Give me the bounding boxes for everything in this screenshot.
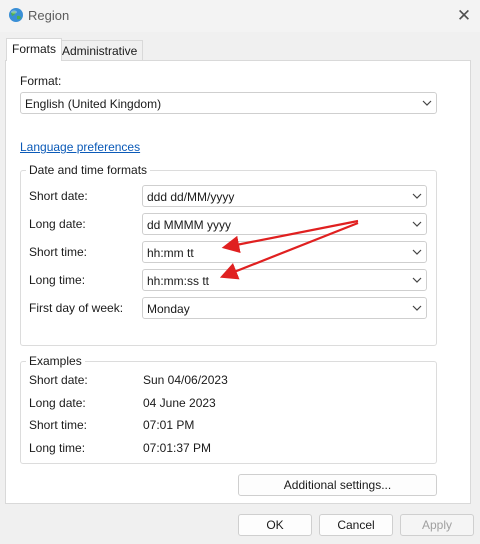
- additional-settings-button[interactable]: Additional settings...: [238, 474, 437, 496]
- format-dropdown[interactable]: English (United Kingdom): [20, 92, 437, 114]
- first-day-dropdown[interactable]: Monday: [142, 297, 427, 319]
- example-short-time-value: 07:01 PM: [143, 418, 195, 432]
- close-button[interactable]: ✕: [448, 4, 480, 28]
- short-time-dropdown[interactable]: hh:mm tt: [142, 241, 427, 263]
- long-time-dropdown[interactable]: hh:mm:ss tt: [142, 269, 427, 291]
- globe-icon: [9, 8, 23, 22]
- long-date-dropdown[interactable]: dd MMMM yyyy: [142, 213, 427, 235]
- short-date-dropdown[interactable]: ddd dd/MM/yyyy: [142, 185, 427, 207]
- title-bar: Region ✕: [0, 0, 480, 32]
- tab-formats[interactable]: Formats: [6, 38, 63, 61]
- long-time-value: hh:mm:ss tt: [147, 274, 210, 288]
- first-day-value: Monday: [147, 302, 190, 316]
- short-time-label: Short time:: [29, 245, 88, 259]
- short-date-value: ddd dd/MM/yyyy: [147, 190, 235, 204]
- ok-button[interactable]: OK: [238, 514, 312, 536]
- short-date-label: Short date:: [29, 189, 88, 203]
- long-date-label: Long date:: [29, 217, 86, 231]
- apply-button[interactable]: Apply: [400, 514, 474, 536]
- chevron-down-icon: [412, 249, 422, 255]
- language-preferences-link[interactable]: Language preferences: [20, 140, 140, 154]
- cancel-button[interactable]: Cancel: [319, 514, 393, 536]
- format-value: English (United Kingdom): [25, 97, 162, 111]
- example-short-time-label: Short time:: [29, 418, 88, 432]
- example-short-date-value: Sun 04/06/2023: [143, 373, 228, 387]
- chevron-down-icon: [422, 100, 432, 106]
- long-time-label: Long time:: [29, 273, 86, 287]
- format-label: Format:: [20, 74, 62, 88]
- chevron-down-icon: [412, 277, 422, 283]
- chevron-down-icon: [412, 193, 422, 199]
- example-long-date-label: Long date:: [29, 396, 86, 410]
- example-long-date-value: 04 June 2023: [143, 396, 216, 410]
- tab-administrative[interactable]: Administrative: [56, 40, 144, 60]
- date-time-formats-title: Date and time formats: [26, 163, 151, 177]
- chevron-down-icon: [412, 221, 422, 227]
- window-title: Region: [28, 8, 70, 23]
- example-long-time-value: 07:01:37 PM: [143, 441, 212, 455]
- first-day-label: First day of week:: [29, 301, 124, 315]
- short-time-value: hh:mm tt: [147, 246, 194, 260]
- long-date-value: dd MMMM yyyy: [147, 218, 231, 232]
- example-long-time-label: Long time:: [29, 441, 86, 455]
- example-short-date-label: Short date:: [29, 373, 88, 387]
- chevron-down-icon: [412, 305, 422, 311]
- close-icon: ✕: [456, 6, 472, 25]
- examples-title: Examples: [26, 354, 85, 368]
